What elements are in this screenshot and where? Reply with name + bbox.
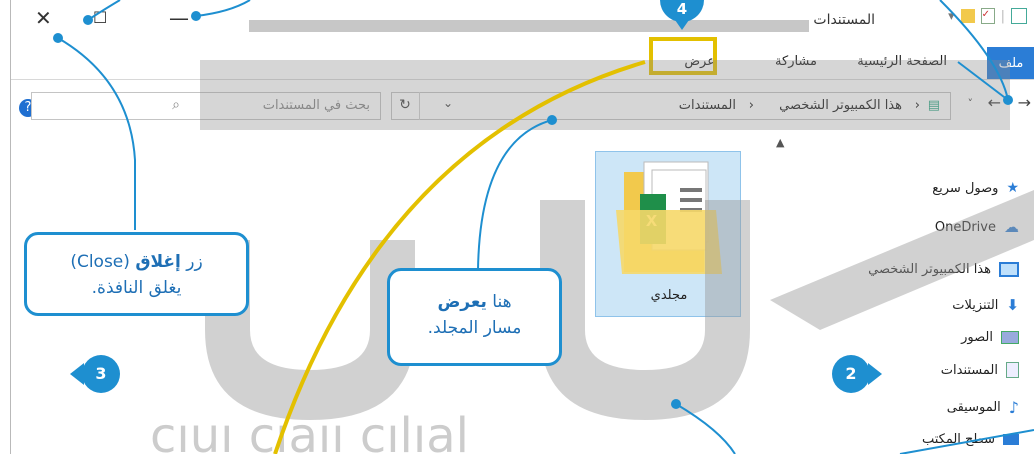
- annotation-lines: [53, 0, 1034, 454]
- callout-text: زر: [180, 252, 203, 272]
- callout-bold-text: يعرض: [437, 292, 487, 312]
- step-badge-2: 2: [832, 355, 882, 393]
- folder-path-callout: هنا يعرض مسار المجلد.: [387, 268, 562, 366]
- callout-text: هنا: [486, 292, 512, 312]
- callout-line: يغلق النافذة.: [91, 278, 182, 298]
- step-badge-3: 3: [70, 355, 120, 393]
- callout-line: زر إغلاق (Close): [27, 249, 246, 275]
- callout-line: مسار المجلد.: [427, 318, 522, 338]
- callout-line: هنا يعرض: [390, 289, 559, 315]
- callout-bold-text: إغلاق: [135, 252, 181, 272]
- close-button-callout: زر إغلاق (Close) يغلق النافذة.: [24, 232, 249, 316]
- callout-text: (Close): [70, 252, 136, 272]
